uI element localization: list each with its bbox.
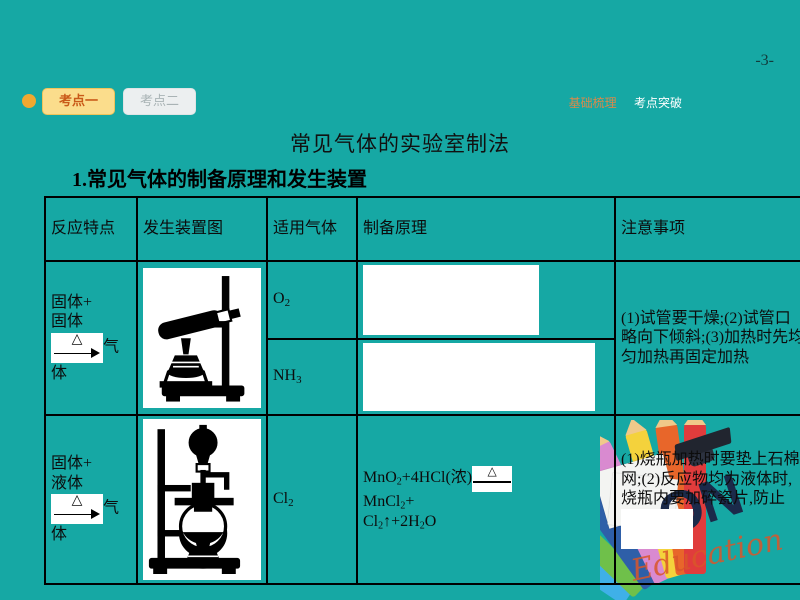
breadcrumb: 基础梳理 考点突破 — [569, 94, 682, 111]
table-header-row: 反应特点 发生装置图 适用气体 制备原理 注意事项 — [44, 196, 800, 262]
tab-kaodian-yi[interactable]: 考点一 — [42, 88, 116, 115]
cell-principle-cl2-equation: MnO2+4HCl(浓) △ MnCl2+ Cl2↑+2H2O — [356, 414, 616, 585]
equation-reactants: MnO2+4HCl(浓) — [363, 469, 473, 488]
redaction-box-precaution-blank — [621, 508, 693, 549]
cell-principle-nh3-redacted — [356, 338, 616, 416]
delta-symbol: △ — [487, 463, 497, 478]
cell-apparatus-diagram-flask-funnel — [136, 414, 268, 585]
feature-line-4: 体 — [51, 526, 68, 544]
header-preparation-principle: 制备原理 — [356, 196, 616, 262]
cell-gas-cl2: Cl2 — [266, 414, 358, 585]
feature-line-1: 固体+ — [51, 455, 93, 473]
header-precautions: 注意事项 — [614, 196, 800, 262]
equation-line-3: Cl2↑+2H2O — [363, 513, 437, 532]
cell-gas-o2: O2 — [266, 260, 358, 340]
cell-feature-solid-solid: 固体+ 固体 △ 气 体 — [44, 260, 138, 416]
header-reaction-feature: 反应特点 — [44, 196, 138, 262]
test-tube-stand-apparatus-icon — [143, 268, 261, 408]
gas-symbol-nh: NH — [273, 367, 297, 385]
feature-line-3: 气 — [103, 338, 120, 356]
redaction-box-principle-nh3 — [363, 343, 595, 411]
heating-condition-arrow-icon: △ — [51, 493, 103, 525]
delta-symbol: △ — [71, 331, 83, 347]
arrow-shaft — [54, 352, 92, 354]
feature-line-1: 固体+ — [51, 293, 93, 311]
tab-marker-dot — [22, 94, 36, 109]
header-apparatus-diagram: 发生装置图 — [136, 196, 268, 262]
cell-precautions-solid-solid: (1)试管要干燥;(2)试管口略向下倾斜;(3)加热时先均匀加热再固定加热 — [614, 260, 800, 416]
cell-feature-solid-liquid: 固体+ 液体 △ 气 体 — [44, 414, 138, 585]
gas-symbol-cl: Cl — [273, 489, 289, 507]
gas-subscript-nh: 3 — [296, 374, 302, 387]
table-row: 固体+ 液体 △ 气 体 Cl2 MnO2+4HCl(浓) △ MnCl2+ C… — [44, 414, 800, 585]
tab-bar: 考点一 考点二 — [22, 88, 204, 115]
arrow-head — [91, 347, 100, 358]
page-title: 常见气体的实验室制法 — [290, 132, 510, 156]
feature-line-2: 固体 — [51, 313, 84, 331]
flask-dropping-funnel-apparatus-icon — [143, 419, 261, 580]
cell-precautions-solid-liquid: (1)烧瓶加热时要垫上石棉网;(2)反应物均为液体时,烧瓶内要加碎瓷片,防止 — [614, 414, 800, 585]
cell-apparatus-diagram-heating-tube — [136, 260, 268, 416]
gas-subscript-cl: 2 — [288, 496, 294, 509]
header-applicable-gas: 适用气体 — [266, 196, 358, 262]
breadcrumb-item-kaodiantupo[interactable]: 考点突破 — [634, 96, 682, 110]
gas-subscript-o: 2 — [284, 297, 291, 310]
arrow-head — [91, 509, 100, 520]
section-title: 1.常见气体的制备原理和发生装置 — [72, 169, 367, 191]
gas-preparation-table: 反应特点 发生装置图 适用气体 制备原理 注意事项 固体+ 固体 △ 气 体 O… — [44, 196, 800, 585]
feature-line-3: 气 — [103, 499, 120, 517]
table-row: 固体+ 固体 △ 气 体 O2 (1)试管要干燥;(2)试管口略向下倾斜;(3)… — [44, 260, 800, 416]
reaction-arrow-bar — [473, 480, 512, 483]
breadcrumb-item-jichushuli[interactable]: 基础梳理 — [569, 96, 617, 110]
heating-condition-arrow-icon: △ — [51, 331, 103, 363]
redaction-box-principle-o2 — [363, 265, 539, 335]
gas-symbol-o: O — [273, 290, 285, 308]
tab-kaodian-er[interactable]: 考点二 — [123, 88, 197, 115]
feature-line-4: 体 — [51, 364, 68, 382]
equation-condition-box: △ — [472, 463, 513, 492]
cell-gas-nh3: NH3 — [266, 338, 358, 416]
delta-symbol: △ — [71, 493, 83, 509]
page-number: -3- — [755, 52, 774, 69]
cell-principle-o2-redacted — [356, 260, 616, 340]
precaution-item-2: (2)反应物均为液体时,烧瓶内要加碎瓷片,防止 — [621, 470, 793, 508]
feature-line-2: 液体 — [51, 474, 84, 492]
arrow-shaft — [54, 514, 92, 516]
equation-line-1: MnO2+4HCl(浓) △ — [363, 463, 609, 492]
equation-line-2: MnCl2+ — [363, 492, 415, 512]
